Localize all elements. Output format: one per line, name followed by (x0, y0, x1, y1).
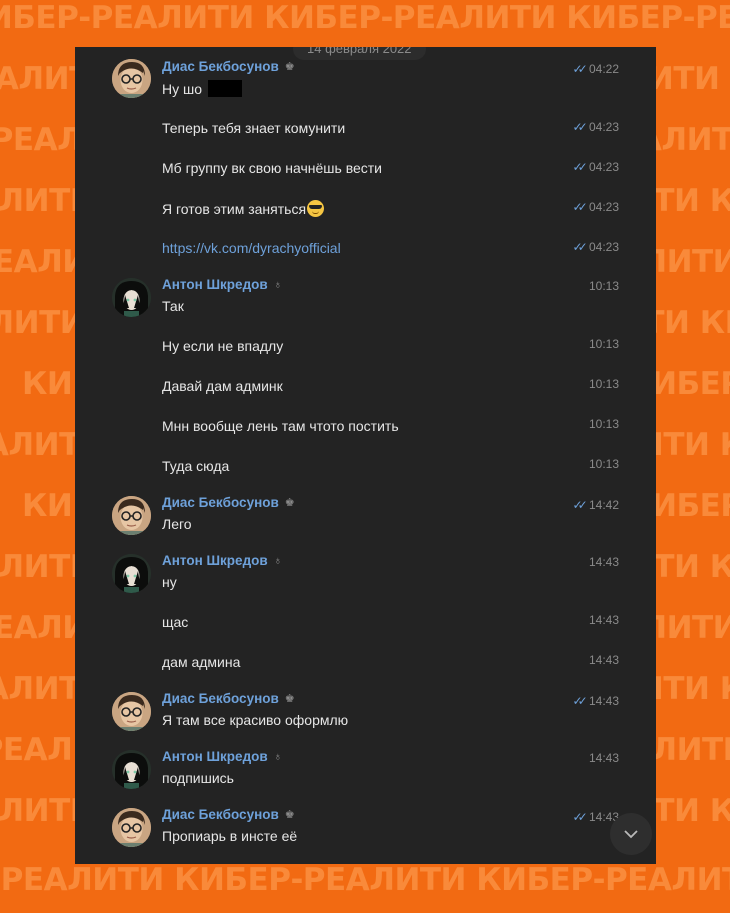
message-time: 14:43 (588, 555, 619, 569)
avatar[interactable] (112, 750, 151, 789)
message-time: 14:42 (588, 498, 619, 512)
message-text: Я готов этим заняться (162, 200, 325, 217)
message-time: 04:23 (588, 240, 619, 254)
avatar[interactable] (112, 554, 151, 593)
author-name-text: Диас Бекбосунов (162, 495, 279, 510)
author-name-text: Антон Шкредов (162, 277, 268, 292)
owner-icon: ♁ (273, 279, 282, 291)
message-time: 10:13 (588, 377, 619, 391)
message-text: ну (162, 574, 177, 590)
message-time: 04:23 (588, 200, 619, 214)
message-text-content: Ну шо (162, 81, 203, 97)
double-check-icon: ✓✓ (572, 62, 588, 76)
author-name[interactable]: Антон Шкредов ♁ (162, 277, 282, 292)
author-name[interactable]: Диас Бекбосунов ♚ (162, 807, 295, 822)
message-meta: ✓✓ 14:43 (573, 810, 619, 824)
crown-icon: ♚ (284, 497, 295, 509)
message-meta: ✓✓ 14:42 (573, 498, 619, 512)
message-time: 14:43 (588, 694, 619, 708)
double-check-icon: ✓✓ (572, 810, 588, 824)
message-time: 10:13 (588, 417, 619, 431)
message-time: 10:13 (588, 457, 619, 471)
date-separator: 14 февраля 2022 (293, 47, 426, 60)
message-meta: ✓✓ 04:23 (573, 120, 619, 134)
avatar[interactable] (112, 808, 151, 847)
message-text: Теперь тебя знает комунити (162, 120, 346, 136)
author-name[interactable]: Антон Шкредов ♁ (162, 553, 282, 568)
message-meta: 14:43 (589, 751, 619, 765)
message-text: Мб группу вк свою начнёшь вести (162, 160, 383, 176)
avatar[interactable] (112, 692, 151, 731)
author-name[interactable]: Диас Бекбосунов ♚ (162, 495, 295, 510)
double-check-icon: ✓✓ (572, 120, 588, 134)
message-text: дам админа (162, 654, 241, 670)
watermark-row: КИБЕР-РЕАЛИТИ КИБЕР-РЕАЛИТИ КИБЕР-РЕАЛИТ… (0, 0, 730, 36)
message-time: 14:43 (588, 653, 619, 667)
avatar[interactable] (112, 59, 151, 98)
message-time: 14:43 (588, 613, 619, 627)
author-name-text: Диас Бекбосунов (162, 59, 279, 74)
message-text: Ну шо (162, 80, 242, 97)
crown-icon: ♚ (284, 809, 295, 821)
message-text: Я там все красиво оформлю (162, 712, 349, 728)
message-text: щас (162, 614, 189, 630)
message-time: 04:23 (588, 120, 619, 134)
message-meta: ✓✓ 14:43 (573, 694, 619, 708)
message-text: Пропиарь в инсте её (162, 828, 298, 844)
author-name-text: Антон Шкредов (162, 749, 268, 764)
crown-icon: ♚ (284, 61, 295, 73)
double-check-icon: ✓✓ (572, 240, 588, 254)
message-time: 04:22 (588, 62, 619, 76)
watermark-row: КИБЕР-РЕАЛИТИ КИБЕР-РЕАЛИТИ КИБЕР-РЕАЛИТ… (0, 862, 730, 898)
chevron-down-icon (624, 829, 638, 838)
chat-window[interactable]: 14 февраля 2022 Диас Бекбосунов ♚ Ну шо ✓… (75, 47, 656, 864)
author-name-text: Диас Бекбосунов (162, 691, 279, 706)
message-meta: 14:43 (589, 555, 619, 569)
avatar[interactable] (112, 496, 151, 535)
message-meta: ✓✓ 04:22 (573, 62, 619, 76)
message-meta: 14:43 (589, 653, 619, 667)
message-time: 10:13 (588, 337, 619, 351)
message-text: подпишись (162, 770, 234, 786)
message-meta: 10:13 (589, 457, 619, 471)
message-meta: 10:13 (589, 377, 619, 391)
double-check-icon: ✓✓ (572, 200, 588, 214)
owner-icon: ♁ (273, 751, 282, 763)
author-name[interactable]: Диас Бекбосунов ♚ (162, 691, 295, 706)
message-text: Лего (162, 516, 192, 532)
author-name[interactable]: Антон Шкредов ♁ (162, 749, 282, 764)
double-check-icon: ✓✓ (572, 694, 588, 708)
message-text: Ну если не впадлу (162, 338, 284, 354)
double-check-icon: ✓✓ (572, 160, 588, 174)
author-name-text: Антон Шкредов (162, 553, 268, 568)
message-time: 04:23 (588, 160, 619, 174)
sunglasses-emoji-icon (307, 200, 325, 217)
message-meta: 10:13 (589, 279, 619, 293)
scroll-to-bottom-button[interactable] (610, 813, 652, 855)
redacted-block (207, 80, 242, 97)
message-meta: ✓✓ 04:23 (573, 200, 619, 214)
author-name-text: Диас Бекбосунов (162, 807, 279, 822)
message-link[interactable]: https://vk.com/dyrachyofficial (162, 240, 341, 256)
message-time: 10:13 (588, 279, 619, 293)
message-text: Давай дам админк (162, 378, 283, 394)
message-text: Туда сюда (162, 458, 230, 474)
message-text: Так (162, 298, 184, 314)
crown-icon: ♚ (284, 693, 295, 705)
message-meta: 14:43 (589, 613, 619, 627)
message-meta: ✓✓ 04:23 (573, 240, 619, 254)
message-meta: ✓✓ 04:23 (573, 160, 619, 174)
message-text: Мнн вообще лень там чтото постить (162, 418, 399, 434)
message-text-content: Я готов этим заняться (162, 201, 307, 217)
message-time: 14:43 (588, 751, 619, 765)
message-meta: 10:13 (589, 337, 619, 351)
message-meta: 10:13 (589, 417, 619, 431)
avatar[interactable] (112, 278, 151, 317)
owner-icon: ♁ (273, 555, 282, 567)
double-check-icon: ✓✓ (572, 498, 588, 512)
author-name[interactable]: Диас Бекбосунов ♚ (162, 59, 295, 74)
